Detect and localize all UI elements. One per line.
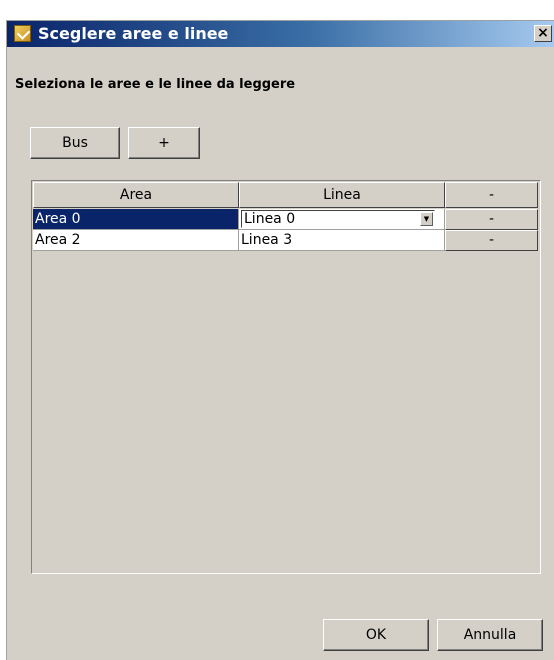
ok-button[interactable]: OK <box>323 619 429 651</box>
window-title: Sceglere aree e linee <box>38 24 229 43</box>
linea-cell[interactable]: Linea 3 <box>239 230 445 251</box>
title-bar[interactable]: Sceglere aree e linee × <box>7 21 554 47</box>
chevron-down-icon[interactable]: ▼ <box>420 212 433 226</box>
cancel-button[interactable]: Annulla <box>437 619 543 651</box>
app-icon <box>14 25 31 42</box>
linea-dropdown[interactable]: Linea 0 ▼ <box>241 210 435 228</box>
column-header-linea[interactable]: Linea <box>239 182 445 208</box>
area-cell[interactable]: Area 0 <box>33 209 239 230</box>
instruction-label: Seleziona le aree e le linee da leggere <box>15 77 296 92</box>
bus-button[interactable]: Bus <box>30 127 120 159</box>
add-row-button[interactable]: + <box>128 127 200 159</box>
area-cell[interactable]: Area 2 <box>33 230 239 251</box>
table-row[interactable]: Area 0 Linea 0 ▼ - <box>33 209 538 230</box>
column-header-remove[interactable]: - <box>445 182 538 208</box>
remove-row-button[interactable]: - <box>445 209 538 230</box>
area-line-table: Area Linea - Area 0 Linea 0 ▼ - Area 2 L… <box>31 180 541 574</box>
column-header-area[interactable]: Area <box>33 182 239 208</box>
linea-dropdown-value: Linea 0 <box>244 211 296 227</box>
table-row[interactable]: Area 2 Linea 3 - <box>33 230 538 251</box>
close-button[interactable]: × <box>534 25 552 42</box>
remove-row-button[interactable]: - <box>445 230 538 251</box>
dialog-window: Sceglere aree e linee × Seleziona le are… <box>6 20 554 660</box>
